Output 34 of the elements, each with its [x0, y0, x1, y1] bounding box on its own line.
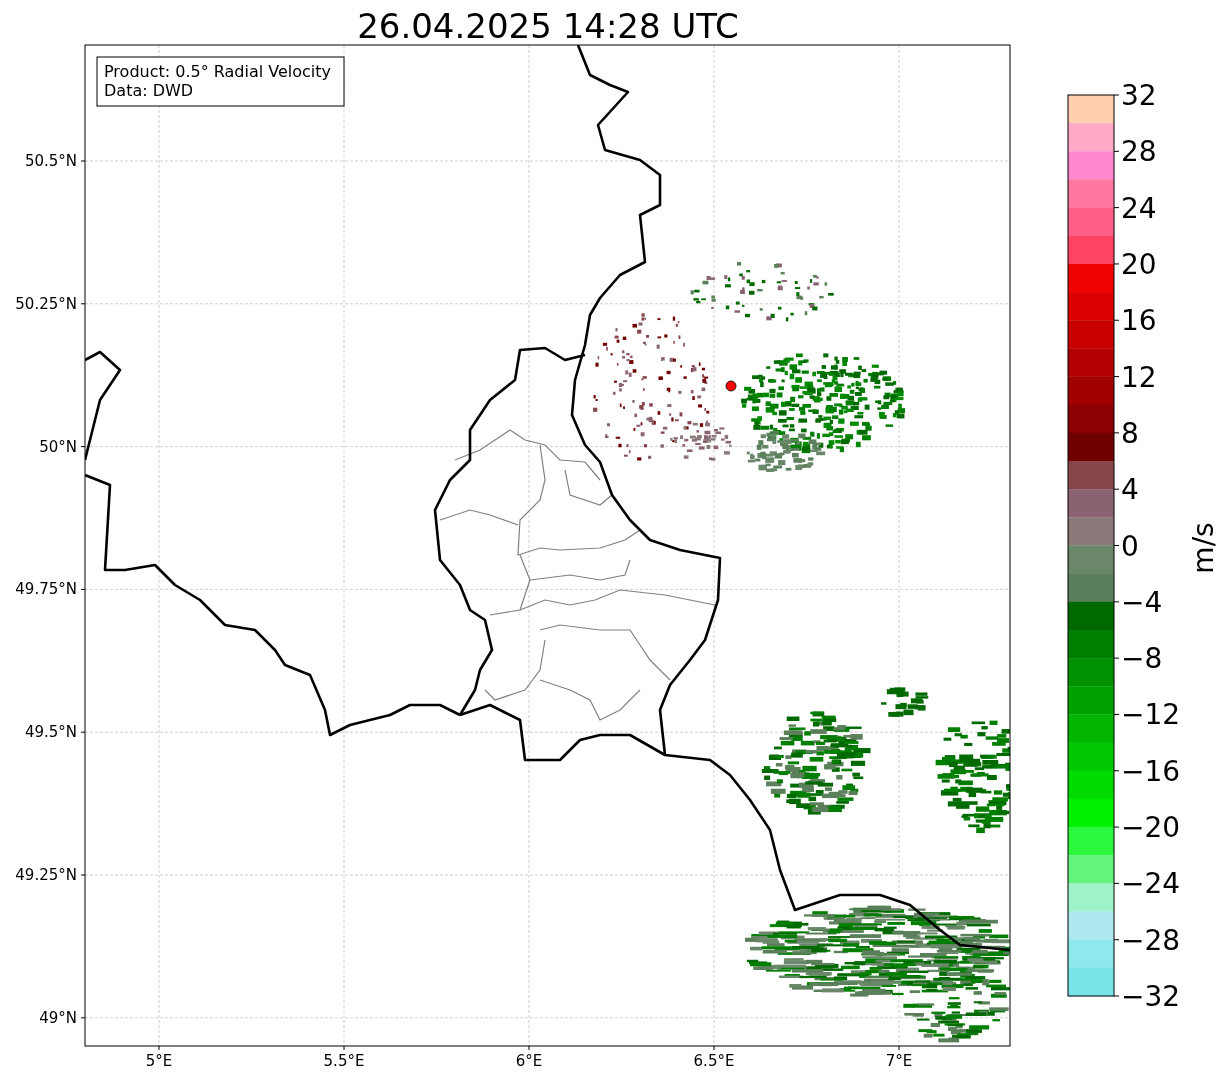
latitude-label: 50.5°N: [24, 152, 77, 170]
latitude-label: 49.25°N: [15, 866, 77, 884]
colorbar-tick-label: −8: [1121, 642, 1163, 676]
colorbar-tick-label: 32: [1121, 79, 1157, 112]
colorbar-tick-label: −20: [1121, 811, 1181, 845]
chart-title: 26.04.2025 14:28 UTC: [357, 6, 739, 46]
colorbar-tick-label: 20: [1121, 247, 1157, 281]
colorbar-tick-label: −4: [1121, 585, 1163, 619]
colorbar-tick-label: 28: [1121, 135, 1157, 169]
colorbar-tick-label: 4: [1121, 473, 1139, 507]
longitude-label: 7°E: [885, 1052, 913, 1070]
latitude-label: 50°N: [39, 437, 77, 456]
colorbar-tick-label: 8: [1121, 416, 1139, 450]
colorbar-tick-label: −32: [1121, 980, 1181, 1013]
radar-site-marker: [725, 380, 737, 392]
colorbar-tick-label: 24: [1121, 191, 1157, 225]
latitude-label: 50.25°N: [15, 294, 77, 313]
info-text: Product: 0.5° Radial Velocity: [104, 62, 332, 81]
colorbar-tick-label: −12: [1121, 698, 1181, 732]
colorbar-tick-label: −28: [1121, 923, 1181, 957]
info-text: Data: DWD: [104, 81, 194, 100]
colorbar-label: m/s: [1187, 522, 1220, 574]
latitude-label: 49°N: [39, 1008, 77, 1027]
latitude-label: 49.75°N: [15, 580, 77, 599]
longitude-label: 5.5°E: [323, 1052, 365, 1070]
colorbar-tick-label: 16: [1121, 304, 1157, 338]
longitude-label: 6°E: [515, 1052, 543, 1070]
longitude-label: 5°E: [145, 1052, 173, 1070]
colorbar-tick-label: 12: [1121, 360, 1157, 394]
colorbar-tick-label: −24: [1121, 867, 1181, 901]
longitude-label: 6.5°E: [693, 1052, 735, 1070]
latitude-label: 49.5°N: [24, 723, 77, 742]
colorbar-tick-label: 0: [1121, 529, 1139, 563]
colorbar-tick-label: −16: [1121, 754, 1181, 788]
